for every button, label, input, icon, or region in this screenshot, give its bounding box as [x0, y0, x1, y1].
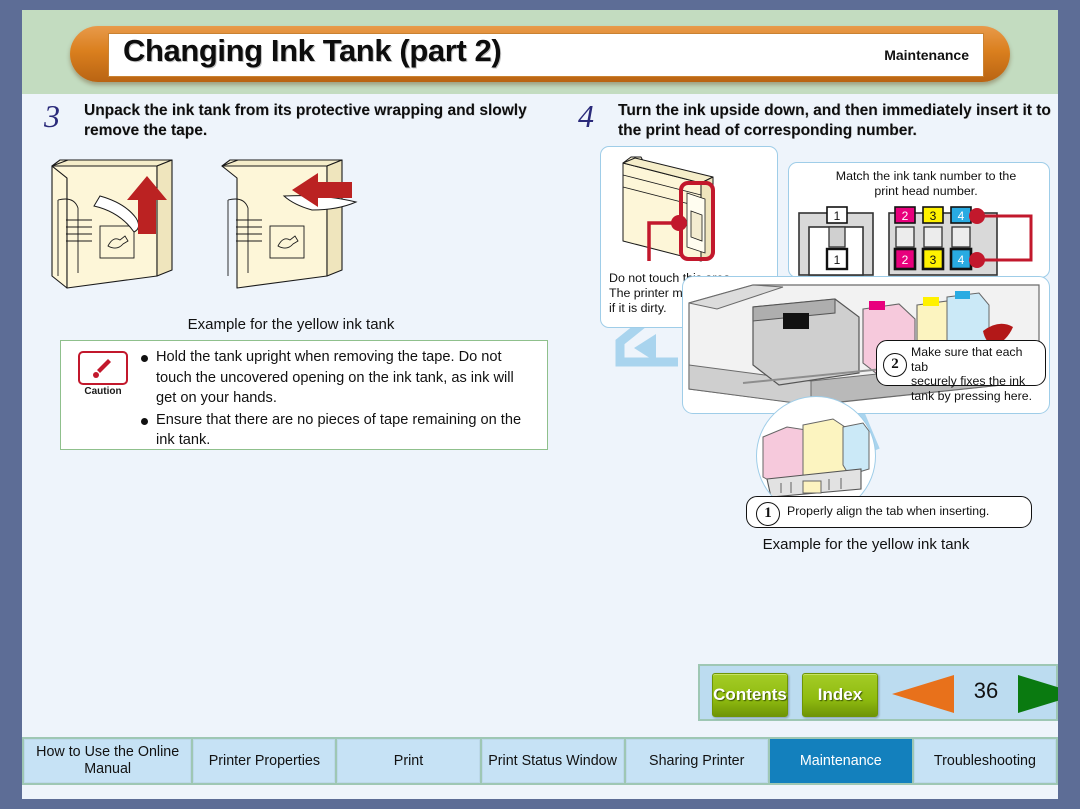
svg-text:1: 1: [834, 253, 841, 267]
page-controls: Contents Index 36: [698, 664, 1058, 721]
tab-sharing-printer[interactable]: Sharing Printer: [625, 739, 768, 783]
section-tabs: How to Use the Online Manual Printer Pro…: [22, 737, 1058, 785]
tab-how-to-use-online-manual[interactable]: How to Use the Online Manual: [24, 739, 192, 783]
step-3-column: 3 Unpack the ink tank from its protectiv…: [22, 94, 560, 450]
page-title: Changing Ink Tank (part 2): [123, 33, 502, 68]
caution-label: Caution: [84, 386, 122, 397]
step-3-text: Unpack the ink tank from its protective …: [84, 102, 527, 139]
callout-2-number: 2: [883, 353, 907, 377]
caution-items: Hold the tank upright when removing the …: [139, 347, 537, 452]
header-section-label: Maintenance: [884, 47, 969, 63]
caution-icon-group: Caution: [73, 351, 133, 397]
index-button[interactable]: Index: [802, 673, 878, 717]
match-numbers-note: Match the ink tank number to the print h…: [807, 169, 1045, 199]
contents-button[interactable]: Contents: [712, 673, 788, 717]
svg-text:2: 2: [902, 209, 909, 223]
tab-printer-properties[interactable]: Printer Properties: [193, 739, 336, 783]
content-area: 3 Unpack the ink tank from its protectiv…: [22, 94, 1058, 664]
note-line: Match the ink tank number to the: [835, 169, 1017, 183]
callout-2-line: securely fixes the ink: [911, 374, 1026, 389]
page-number: 36: [973, 678, 999, 703]
callout-1-text: Properly align the tab when inserting.: [787, 504, 990, 518]
page-header: Changing Ink Tank (part 2) Maintenance: [22, 10, 1058, 94]
step-3-number: 3: [44, 98, 60, 134]
step-4-column: 4 Turn the ink upside down, and then imm…: [560, 94, 1058, 553]
step-3-caption: Example for the yellow ink tank: [187, 316, 395, 333]
caution-exclamation-icon: [78, 351, 128, 385]
caution-box: Caution Hold the tank upright when remov…: [60, 340, 548, 450]
callout-2: 2 Make sure that each tab securely fixes…: [876, 340, 1046, 403]
ink-tank-tape-removal-figure: [51, 159, 358, 289]
tab-troubleshooting[interactable]: Troubleshooting: [913, 739, 1056, 783]
svg-text:4: 4: [958, 253, 965, 267]
previous-page-icon[interactable]: [892, 675, 954, 713]
caution-item: Ensure that there are no pieces of tape …: [139, 410, 537, 451]
step-3-illustration: [22, 148, 560, 328]
note-line: print head number.: [874, 184, 978, 198]
title-banner: Changing Ink Tank (part 2) Maintenance: [70, 26, 1010, 82]
caution-item: Hold the tank upright when removing the …: [139, 347, 537, 409]
step-4-caption: Example for the yellow ink tank: [762, 536, 970, 553]
match-numbers-panel: Match the ink tank number to the print h…: [788, 162, 1050, 278]
svg-text:4: 4: [958, 209, 965, 223]
next-page-icon[interactable]: [1018, 675, 1058, 713]
tab-print-status-window[interactable]: Print Status Window: [481, 739, 624, 783]
callout-2-line: tank by pressing here.: [911, 388, 1032, 403]
svg-text:3: 3: [930, 209, 937, 223]
callout-1: 1 Properly align the tab when inserting.: [746, 496, 1032, 528]
callout-1-number: 1: [756, 502, 780, 526]
svg-text:2: 2: [902, 253, 909, 267]
svg-text:3: 3: [930, 253, 937, 267]
tab-print[interactable]: Print: [337, 739, 480, 783]
footer-navigation: Contents Index 36 How to Use the Online …: [22, 664, 1058, 799]
tab-maintenance[interactable]: Maintenance: [769, 739, 912, 783]
exclamation-glyph: [93, 359, 111, 378]
manual-page: Changing Ink Tank (part 2) Maintenance 3…: [22, 10, 1058, 799]
step-3-heading: 3 Unpack the ink tank from its protectiv…: [22, 94, 560, 142]
callout-2-line: Make sure that each tab: [911, 345, 1023, 374]
svg-text:1: 1: [834, 209, 841, 223]
ink-tank-contact-area-figure: [622, 156, 715, 262]
print-head-number-figure: 1 1 2 2 3 3 4 4: [798, 206, 1033, 276]
title-inner-panel: Changing Ink Tank (part 2) Maintenance: [108, 33, 984, 77]
